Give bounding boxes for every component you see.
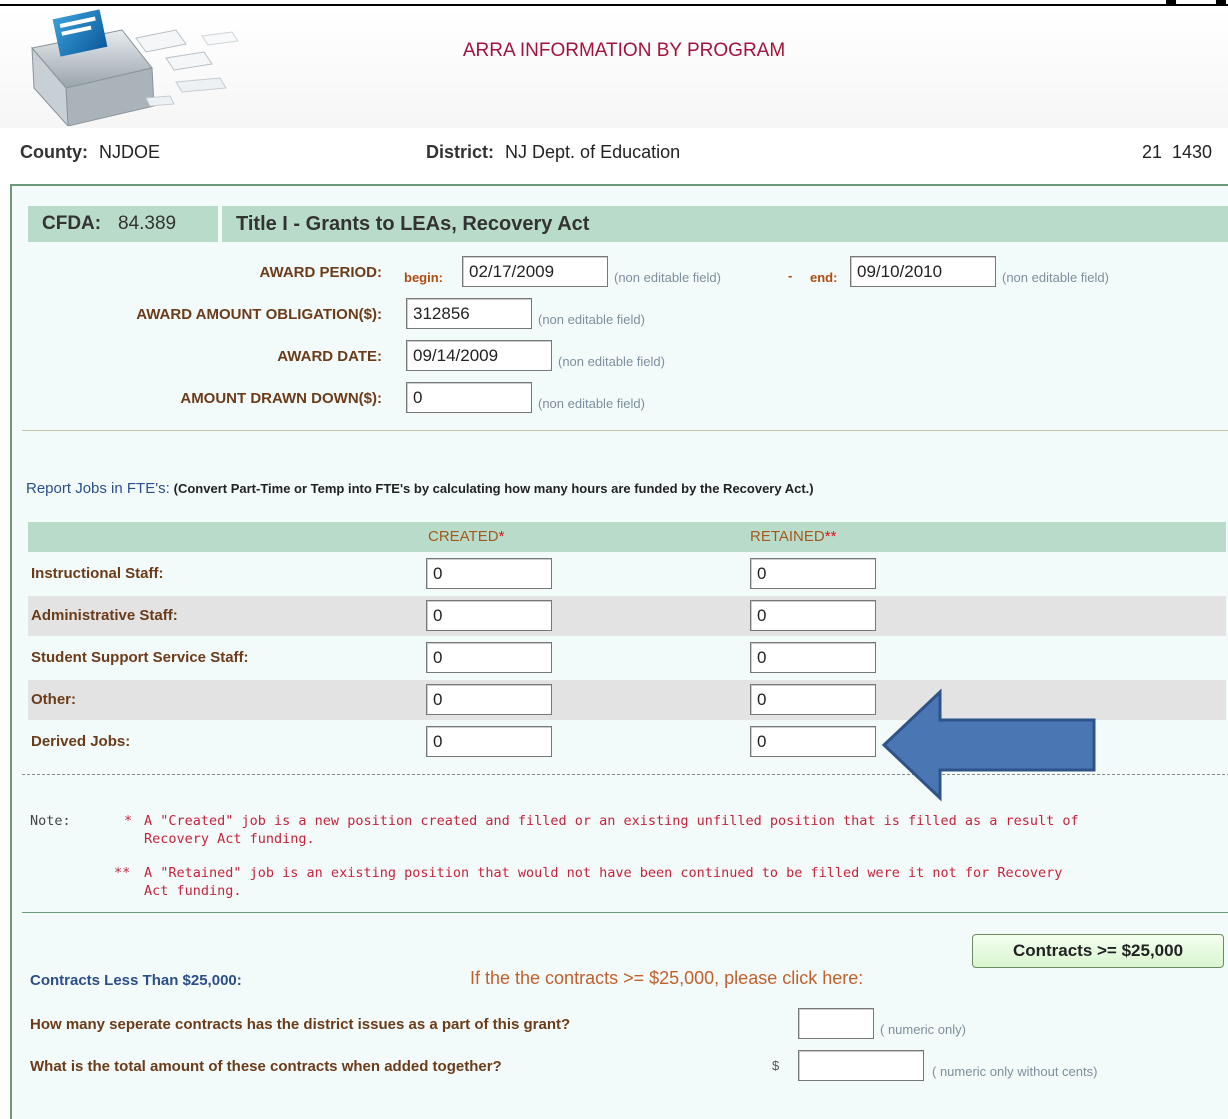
begin-non-editable-note: (non editable field) [614,270,721,285]
table-row: Administrative Staff: [28,596,1226,636]
created-input[interactable] [426,726,552,757]
cropped-glyph [1138,0,1228,6]
retained-input[interactable] [750,600,876,631]
blue-arrow-left-icon [881,688,1096,802]
retained-note-line-1: A "Retained" job is an existing position… [144,865,1063,881]
district-value: NJ Dept. of Education [505,142,681,162]
begin-label: begin: [404,270,443,285]
fte-instruction: (Convert Part-Time or Temp into FTE's by… [173,481,814,496]
award-period-label: AWARD PERIOD: [259,264,382,281]
drawn-down-label: AMOUNT DRAWN DOWN($): [180,390,382,407]
obligation-label: AWARD AMOUNT OBLIGATION($): [136,306,382,323]
top-border [0,0,1228,6]
drawn-down-field[interactable] [406,382,532,413]
retained-input[interactable] [750,642,876,673]
created-input[interactable] [426,600,552,631]
notes-divider [22,912,1228,913]
created-input[interactable] [426,642,552,673]
jobs-table-header: CREATED* RETAINED** [28,522,1226,552]
contracts-total-hint: ( numeric only without cents) [932,1064,1098,1079]
created-input[interactable] [426,558,552,589]
fte-heading: Report Jobs in FTE's: (Convert Part-Time… [26,480,814,497]
table-row: Student Support Service Staff: [28,638,1226,678]
note-label: Note: [30,813,71,829]
job-row-label: Student Support Service Staff: [31,649,249,666]
contracts-prompt: If the the contracts >= $25,000, please … [470,968,864,988]
currency-symbol: $ [772,1058,780,1073]
job-row-label: Derived Jobs: [31,733,131,750]
program-panel: CFDA: 84.389 Title I - Grants to LEAs, R… [10,184,1228,1119]
cfda-title: Title I - Grants to LEAs, Recovery Act [236,212,590,235]
retained-input[interactable] [750,558,876,589]
award-date-label: AWARD DATE: [277,348,382,365]
job-row-label: Administrative Staff: [31,607,178,624]
retained-note-line-2: Act funding. [144,883,242,899]
created-column-header: CREATED* [428,528,505,545]
contracts-count-question: How many seperate contracts has the dist… [30,1016,571,1033]
cfda-number: 84.389 [118,213,177,234]
contracts-total-input[interactable] [798,1050,924,1081]
drawn-down-non-editable-note: (non editable field) [538,396,645,411]
retained-note-mark: ** [114,865,131,881]
table-row: Instructional Staff: [28,554,1226,594]
end-non-editable-note: (non editable field) [1002,270,1109,285]
contracts-total-question: What is the total amount of these contra… [30,1058,502,1075]
award-date-field[interactable] [406,340,552,371]
end-label: end: [810,270,838,285]
created-note-mark: * [124,813,133,829]
page-title: ARRA INFORMATION BY PROGRAM [462,40,786,61]
fte-heading-label: Report Jobs in FTE's: [26,480,170,497]
district-code: 21 1430 [1142,142,1213,162]
award-begin-field[interactable] [462,256,608,287]
cfda-label: CFDA: [42,213,102,234]
documents-logo-icon [31,9,239,126]
contracts-count-hint: ( numeric only) [880,1022,966,1037]
county-value: NJDOE [99,142,161,162]
job-row-label: Other: [31,691,76,708]
obligation-non-editable-note: (non editable field) [538,312,645,327]
award-date-non-editable-note: (non editable field) [558,354,665,369]
contracts-label: Contracts Less Than $25,000: [30,972,242,989]
contracts-over-25000-button[interactable]: Contracts >= $25,000 [972,934,1224,968]
created-note-line-1: A "Created" job is a new position create… [144,813,1079,829]
period-dash: - [788,268,793,283]
created-input[interactable] [426,684,552,715]
job-row-label: Instructional Staff: [31,565,164,582]
obligation-field[interactable] [406,298,532,329]
award-end-field[interactable] [850,256,996,287]
created-note-line-2: Recovery Act funding. [144,831,315,847]
county-label: County: [20,142,88,162]
county-info: County: NJDOE [20,142,160,166]
retained-input[interactable] [750,684,876,715]
cfda-bar: CFDA: 84.389 Title I - Grants to LEAs, R… [28,206,1228,242]
contracts-count-input[interactable] [798,1008,874,1039]
retained-column-header: RETAINED** [750,528,837,545]
district-label: District: [426,142,495,162]
section-divider [22,430,1228,431]
district-info: District: NJ Dept. of Education [426,142,680,166]
retained-input[interactable] [750,726,876,757]
